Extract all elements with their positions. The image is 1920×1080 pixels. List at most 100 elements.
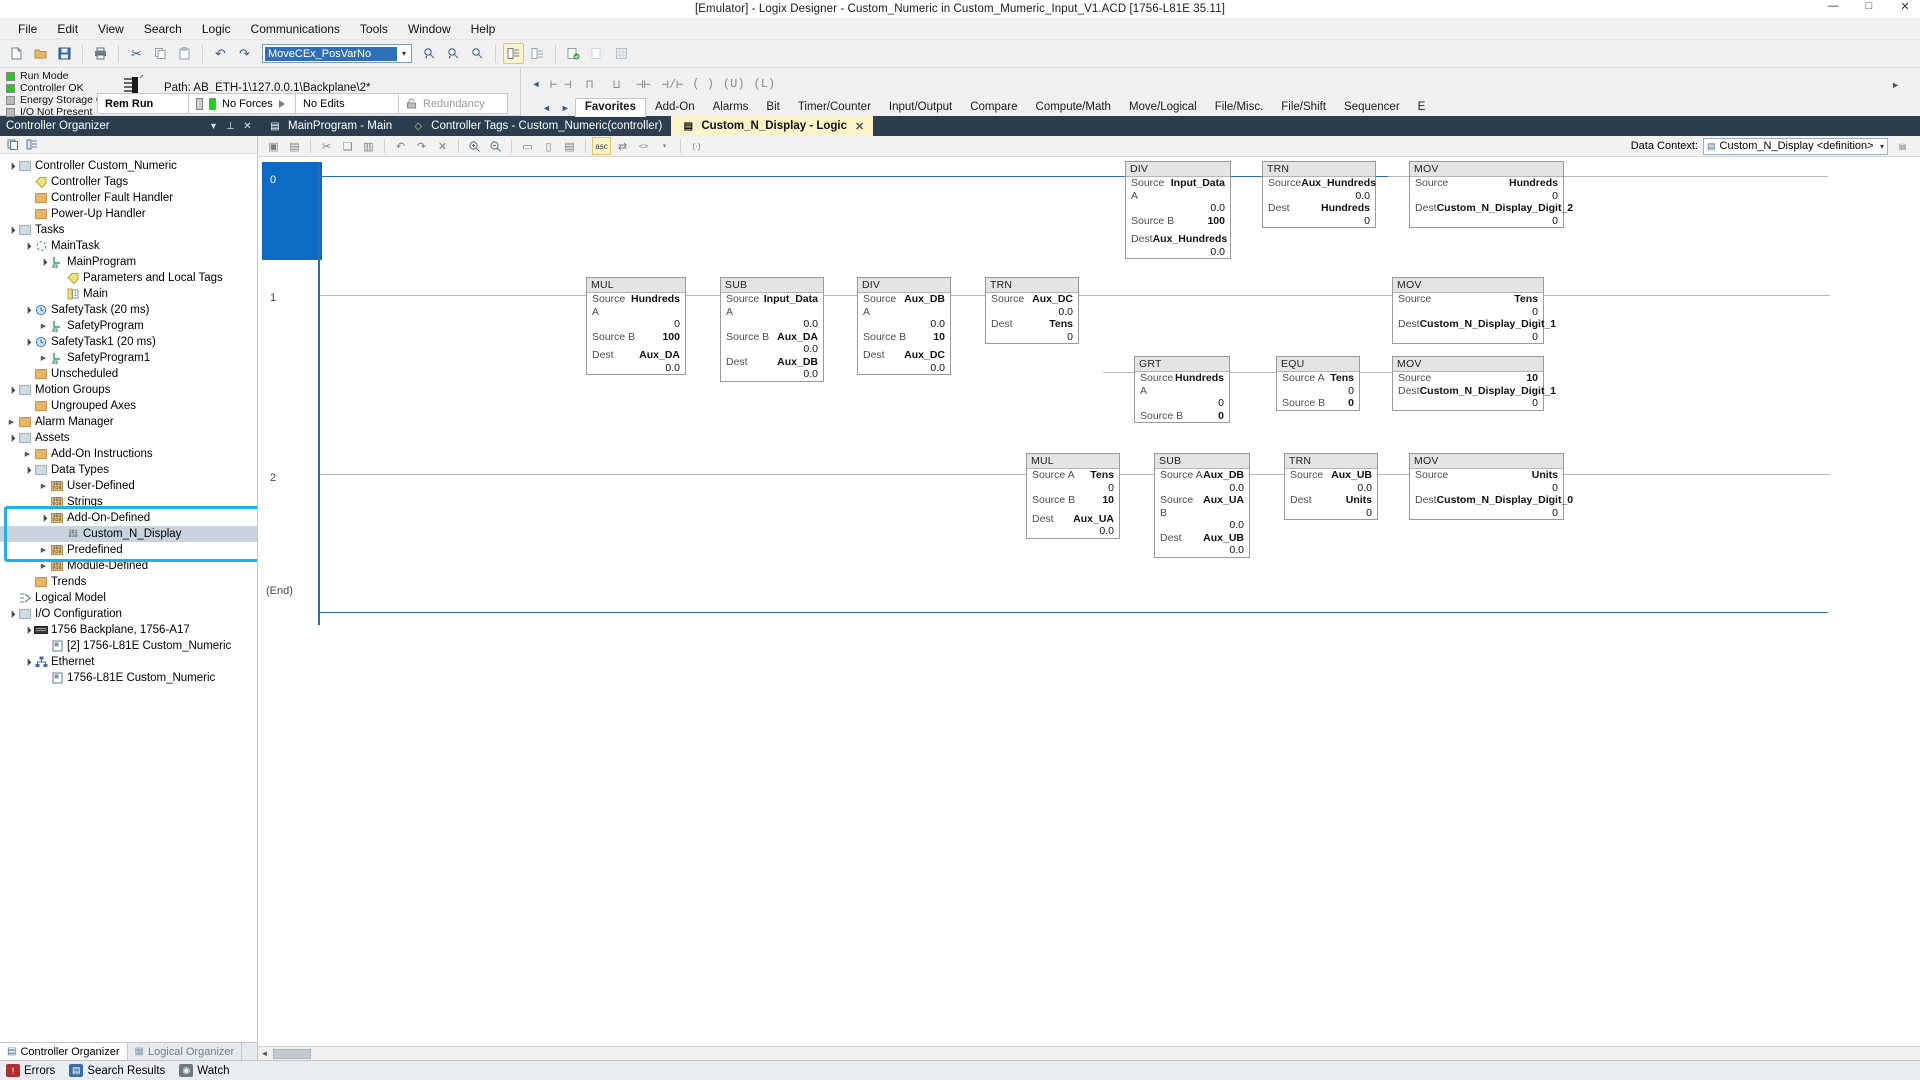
instruction-block-mul[interactable]: MUL Source A Tens 0 Source B 10 Dest Aux_UA 0.0	[1026, 453, 1120, 539]
menu-communications[interactable]: Communications	[241, 20, 350, 38]
instruction-operand-value[interactable]: 0.0	[1285, 482, 1377, 495]
paste-icon[interactable]	[174, 43, 195, 64]
operand-value[interactable]: Custom_N_Display_Digit_0	[1437, 494, 1574, 507]
instruction-scroll-right-icon[interactable]: ►	[1891, 80, 1900, 90]
tree-item-parameters-and-local-tags[interactable]: Parameters and Local Tags	[0, 270, 257, 286]
instruction-operand-value[interactable]: 0	[1263, 215, 1375, 228]
operand-value[interactable]: Aux_DC	[904, 349, 945, 362]
instruction-operand-value[interactable]: 0	[1393, 397, 1543, 410]
tree-item-alarm-manager[interactable]: ▶ Alarm Manager	[0, 414, 257, 430]
tree-item-i-o-configuration[interactable]: ◢ I/O Configuration	[0, 606, 257, 622]
cut-icon[interactable]: ✂	[126, 43, 147, 64]
instruction-operand-value[interactable]: 0	[1410, 482, 1563, 495]
operand-value[interactable]: Aux_DA	[777, 331, 818, 344]
bottom-tab-controller-organizer[interactable]: ▤ Controller Organizer	[0, 1043, 128, 1060]
toggle-display-icon[interactable]: ⇄	[613, 137, 632, 155]
controller-mode-cell[interactable]: Rem Run	[97, 93, 189, 114]
tree-item-data-types[interactable]: ◢ Data Types	[0, 462, 257, 478]
tab-equipment-phase[interactable]: E	[1409, 99, 1435, 116]
otl-coil-icon[interactable]: (L)	[754, 77, 776, 91]
operand-value[interactable]: 0	[1218, 410, 1224, 423]
instruction-block-div[interactable]: DIV Source A Input_Data 0.0 Source B 100 Dest A…	[1125, 161, 1231, 259]
rung-icon[interactable]: ⊢ ⊣	[550, 77, 572, 92]
close-icon[interactable]: ✕	[241, 121, 254, 132]
forces-status-cell[interactable]: No Forces	[188, 93, 296, 114]
instruction-operand-value[interactable]: 0	[1277, 385, 1359, 398]
search-prev-icon[interactable]	[419, 43, 440, 64]
data-context-select[interactable]: ▤ Custom_N_Display <definition> ▾	[1703, 137, 1888, 155]
menu-logic[interactable]: Logic	[192, 20, 241, 38]
tab-mainprogram-main[interactable]: ▤ MainProgram - Main	[258, 116, 402, 136]
instruction-block-mul[interactable]: MUL Source A Hundreds 0 Source B 100 Dest Aux_D…	[586, 277, 686, 375]
copy-icon[interactable]	[150, 43, 171, 64]
instruction-block-sub[interactable]: SUB Source A Aux_DB 0.0 Source B Aux_UA 0.0 Des…	[1154, 453, 1250, 558]
properties-icon[interactable]	[24, 138, 39, 152]
operand-value[interactable]: Aux_DB	[904, 293, 945, 318]
operand-value[interactable]: 100	[1207, 215, 1225, 228]
context-menu-icon[interactable]: ▤	[1893, 137, 1912, 155]
instruction-operand-value[interactable]: 0.0	[1027, 525, 1119, 538]
editor-horizontal-scrollbar[interactable]: ◄	[258, 1046, 1920, 1060]
tree-item-power-up-handler[interactable]: Power-Up Handler	[0, 206, 257, 222]
tree-item-1756-l81e-custom-numeric[interactable]: 1756-L81E Custom_Numeric	[0, 670, 257, 686]
operand-value[interactable]: Aux_DB	[1203, 469, 1244, 482]
chevron-down-icon[interactable]: ▾	[655, 137, 674, 155]
rung-number[interactable]: 2	[270, 472, 276, 484]
instruction-operand-value[interactable]: 0	[1135, 397, 1229, 410]
value-style-icon[interactable]: <>	[634, 137, 653, 155]
tree-item-strings[interactable]: 101 010 Strings	[0, 494, 257, 510]
expander-collapsed-icon[interactable]: ▶	[38, 546, 49, 554]
tree-item-trends[interactable]: Trends	[0, 574, 257, 590]
tab-sequencer[interactable]: Sequencer	[1335, 99, 1409, 116]
tree-item-mainprogram[interactable]: ◢ MainProgram	[0, 254, 257, 270]
tab-file-misc[interactable]: File/Misc.	[1206, 99, 1273, 116]
instruction-operand-value[interactable]: 0.0	[986, 306, 1078, 319]
insert-branch-icon[interactable]: ▯	[539, 137, 558, 155]
tree-item-2-1756-l81e-custom-numeric[interactable]: [2] 1756-L81E Custom_Numeric	[0, 638, 257, 654]
cross-reference-icon[interactable]: (·)	[687, 137, 706, 155]
new-file-icon[interactable]	[6, 43, 27, 64]
tree-item-user-defined[interactable]: ▶ 101 010 User-Defined	[0, 478, 257, 494]
zoom-in-icon[interactable]	[465, 137, 484, 155]
tab-timer-counter[interactable]: Timer/Counter	[789, 99, 880, 116]
bottom-item-search-results[interactable]: ▤ Search Results	[69, 1064, 165, 1077]
category-prev-icon[interactable]: ◄	[537, 103, 556, 116]
expander-collapsed-icon[interactable]: ▶	[38, 482, 49, 490]
new-item-icon[interactable]	[5, 138, 20, 152]
undo-icon[interactable]: ↶	[210, 43, 231, 64]
operand-value[interactable]: Aux_UA	[1203, 494, 1244, 519]
controller-organizer-tree[interactable]: ◢ Controller Custom_Numeric Controller Tag…	[0, 154, 257, 1042]
operand-value[interactable]: 100	[662, 331, 680, 344]
operand-value[interactable]: Hundreds	[631, 293, 680, 318]
close-button[interactable]: ✕	[1894, 0, 1916, 13]
expander-collapsed-icon[interactable]: ▶	[38, 562, 49, 570]
operand-value[interactable]: Custom_N_Display_Digit_1	[1420, 318, 1557, 331]
tree-item-add-on-instructions[interactable]: ▶ Add-On Instructions	[0, 446, 257, 462]
tab-custom-n-display-logic[interactable]: ▤ Custom_N_Display - Logic ✕	[671, 116, 874, 136]
expander-collapsed-icon[interactable]: ▶	[6, 418, 17, 426]
tree-item-custom-n-display[interactable]: 101 010 Custom_N_Display	[0, 526, 257, 542]
rung-number[interactable]: 0	[270, 174, 276, 186]
operand-value[interactable]: Aux_Hundreds	[1301, 177, 1376, 190]
insert-rung-icon[interactable]: ▭	[518, 137, 537, 155]
verify-routine-icon[interactable]	[527, 43, 548, 64]
edits-status-cell[interactable]: No Edits	[295, 93, 399, 114]
instruction-block-mov[interactable]: MOV Source Units 0 Dest Custom_N_Display_Digi…	[1409, 453, 1573, 520]
tree-item-motion-groups[interactable]: ◢ Motion Groups	[0, 382, 257, 398]
instruction-operand-value[interactable]: 0	[587, 318, 685, 331]
tab-compute-math[interactable]: Compute/Math	[1027, 99, 1120, 116]
instruction-block-grt[interactable]: GRT Source A Hundreds 0 Source B0	[1134, 356, 1230, 423]
expander-collapsed-icon[interactable]: ▶	[38, 354, 49, 362]
chevron-down-icon[interactable]: ▾	[207, 121, 220, 132]
tree-item-safetyprogram[interactable]: ▶ SafetyProgram	[0, 318, 257, 334]
instruction-block-trn[interactable]: TRN Source Aux_DC 0.0 Dest Tens 0	[985, 277, 1079, 344]
print-icon[interactable]	[90, 43, 111, 64]
operand-value[interactable]: Aux_DA	[639, 349, 680, 362]
tree-item-unscheduled[interactable]: Unscheduled	[0, 366, 257, 382]
instruction-operand-value[interactable]: 0	[986, 331, 1078, 344]
tab-add-on[interactable]: Add-On	[646, 99, 704, 116]
tab-move-logical[interactable]: Move/Logical	[1120, 99, 1206, 116]
tree-item-ethernet[interactable]: ◢ Ethernet	[0, 654, 257, 670]
maximize-button[interactable]: □	[1858, 0, 1880, 13]
operand-value[interactable]: Tens	[1514, 293, 1538, 306]
